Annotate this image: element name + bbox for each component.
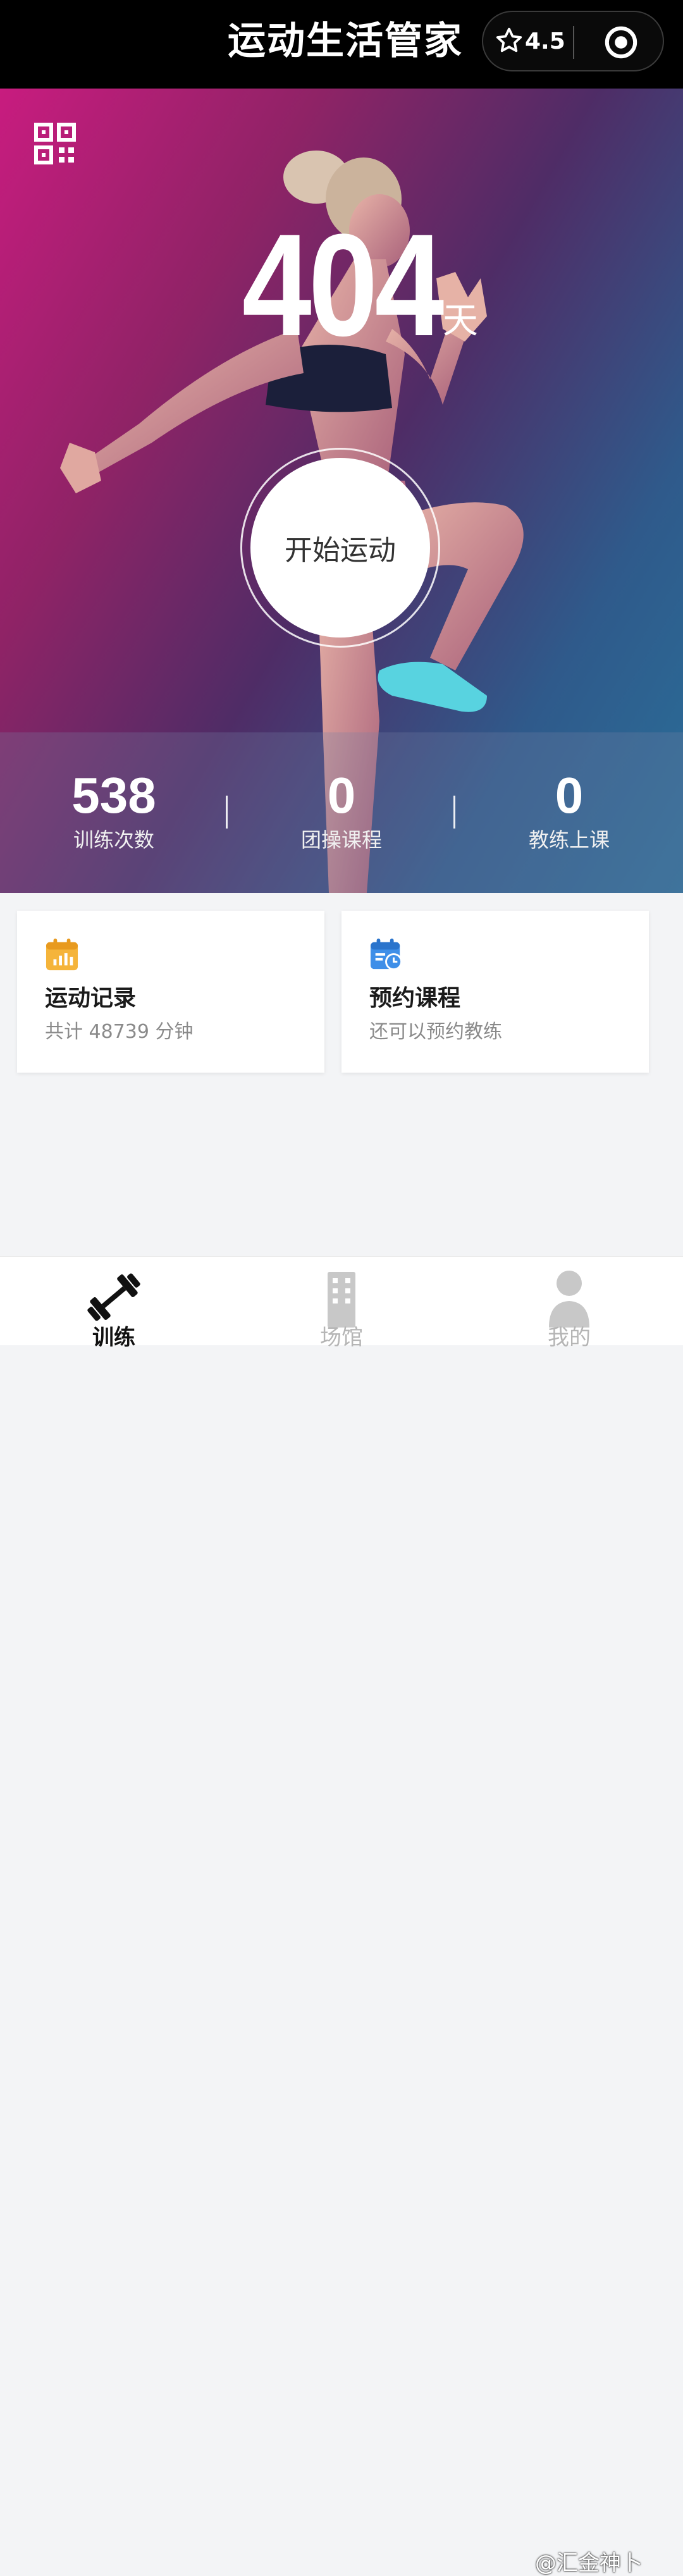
stat-label: 训练次数 (73, 828, 154, 852)
top-bar: 运动生活管家 4.5 (0, 0, 683, 89)
stat-value: 0 (327, 767, 356, 823)
card-subtitle: 共计 48739 分钟 (45, 1021, 194, 1043)
building-icon (328, 1272, 355, 1328)
capsule-divider (573, 26, 574, 59)
exercise-record-card[interactable]: 运动记录 共计 48739 分钟 (17, 911, 324, 1073)
target-icon[interactable] (603, 25, 639, 60)
stat-label: 教练上课 (528, 828, 610, 852)
stat-label: 团操课程 (300, 828, 382, 852)
stat-value: 0 (555, 767, 584, 823)
stat-group-class[interactable]: 0 团操课程 (228, 732, 455, 893)
book-course-card[interactable]: 预约课程 还可以预约教练 (342, 911, 649, 1073)
stats-bar: 538 训练次数 0 团操课程 0 教练上课 (0, 732, 683, 893)
tab-venue[interactable]: 场馆 (228, 1257, 455, 1350)
start-exercise-button[interactable]: 开始运动 (250, 458, 430, 638)
stat-training-count[interactable]: 538 训练次数 (0, 732, 228, 893)
user-icon (549, 1271, 589, 1328)
tab-label: 场馆 (320, 1325, 363, 1350)
tab-label: 我的 (548, 1325, 591, 1350)
mini-program-capsule: 4.5 (482, 11, 664, 71)
calendar-chart-icon (46, 939, 78, 971)
days-unit: 天 (443, 300, 478, 342)
rating-value: 4.5 (525, 28, 565, 54)
star-outline-icon[interactable] (495, 26, 524, 55)
stat-value: 538 (71, 767, 156, 823)
bottom-tab-bar: 训练 场馆 我的 @汇金神卜 (0, 1256, 683, 2576)
card-title: 预约课程 (369, 985, 461, 1011)
stat-coach-class[interactable]: 0 教练上课 (455, 732, 683, 893)
card-subtitle: 还可以预约教练 (369, 1021, 502, 1043)
card-title: 运动记录 (45, 985, 137, 1011)
qr-code-icon[interactable] (34, 123, 76, 164)
watermark: @汇金神卜 (535, 2551, 643, 2576)
dumbbell-icon (87, 1273, 140, 1321)
tab-mine[interactable]: 我的 (455, 1257, 683, 1350)
training-days-count: 404 (242, 204, 445, 366)
app-title: 运动生活管家 (228, 19, 463, 63)
calendar-clock-icon (370, 939, 403, 971)
hero-banner: 404 天 开始运动 538 训练次数 0 团操课程 0 教练上课 (0, 89, 683, 893)
tab-label: 训练 (92, 1325, 135, 1350)
tab-training[interactable]: 训练 (0, 1257, 228, 1350)
